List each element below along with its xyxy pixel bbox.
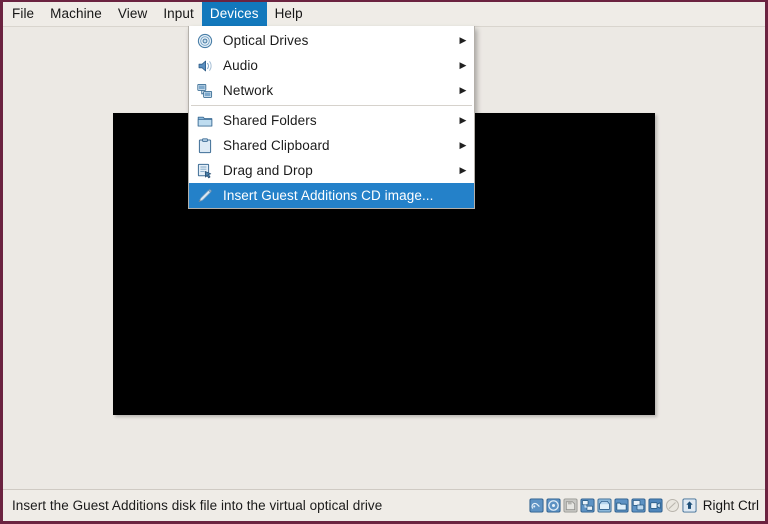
display-indicator[interactable] (631, 498, 646, 513)
recording-indicator[interactable] (648, 498, 663, 513)
menu-item-label: Audio (223, 58, 259, 73)
menu-item-insert-guest-additions-cd[interactable]: Insert Guest Additions CD image... (189, 183, 474, 208)
virtualbox-vm-window: File Machine View Input Devices Help Opt… (0, 0, 768, 524)
mouse-integration-indicator[interactable] (682, 498, 697, 513)
menu-item-label: Insert Guest Additions CD image... (223, 188, 434, 203)
menu-separator (191, 105, 472, 106)
menubar-item-label: View (117, 6, 148, 21)
guest-additions-cd-icon (197, 188, 213, 204)
menubar-item-devices[interactable]: Devices (201, 2, 267, 26)
menu-item-label: Network (223, 83, 274, 98)
menu-item-shared-folders[interactable]: Shared Folders ▶ (189, 108, 474, 133)
drag-and-drop-icon (197, 163, 213, 179)
chevron-right-icon: ▶ (459, 35, 467, 45)
network-icon (197, 83, 213, 99)
chevron-right-icon: ▶ (459, 85, 467, 95)
menu-item-label: Optical Drives (223, 33, 309, 48)
menu-item-label: Shared Folders (223, 113, 317, 128)
menu-item-label: Shared Clipboard (223, 138, 330, 153)
network-indicator[interactable] (580, 498, 595, 513)
menu-bar: File Machine View Input Devices Help (3, 2, 765, 27)
shared-folders-indicator[interactable] (614, 498, 629, 513)
shared-clipboard-icon (197, 137, 213, 154)
chevron-right-icon: ▶ (459, 60, 467, 70)
optical-disk-indicator[interactable] (546, 498, 561, 513)
optical-drive-icon (197, 33, 213, 49)
chevron-right-icon: ▶ (459, 140, 467, 150)
menubar-item-view[interactable]: View (110, 2, 155, 26)
host-key-label: Right Ctrl (702, 498, 759, 513)
devices-dropdown-menu: Optical Drives ▶ Audio ▶ Network ▶ Share… (188, 26, 475, 209)
menubar-item-label: File (12, 6, 35, 21)
menubar-item-label: Input (163, 6, 194, 21)
menubar-item-help[interactable]: Help (267, 2, 311, 26)
menubar-item-machine[interactable]: Machine (42, 2, 110, 26)
menu-item-drag-and-drop[interactable]: Drag and Drop ▶ (189, 158, 474, 183)
menubar-item-label: Devices (209, 6, 259, 21)
shared-folders-icon (197, 113, 213, 129)
menu-item-optical-drives[interactable]: Optical Drives ▶ (189, 28, 474, 53)
menubar-item-label: Help (274, 6, 303, 21)
menu-item-label: Drag and Drop (223, 163, 313, 178)
menu-item-audio[interactable]: Audio ▶ (189, 53, 474, 78)
audio-icon (197, 58, 213, 74)
menubar-item-file[interactable]: File (3, 2, 42, 26)
menubar-item-label: Machine (50, 6, 102, 21)
hard-disk-indicator[interactable] (529, 498, 544, 513)
usb-indicator[interactable] (597, 498, 612, 513)
status-indicator-group: Right Ctrl (529, 498, 759, 513)
chevron-right-icon: ▶ (459, 165, 467, 175)
floppy-disk-indicator[interactable] (563, 498, 578, 513)
chevron-right-icon: ▶ (459, 115, 467, 125)
menu-item-shared-clipboard[interactable]: Shared Clipboard ▶ (189, 133, 474, 158)
menubar-item-input[interactable]: Input (155, 2, 202, 26)
features-indicator[interactable] (665, 498, 680, 513)
status-message: Insert the Guest Additions disk file int… (12, 498, 383, 513)
menu-item-network[interactable]: Network ▶ (189, 78, 474, 103)
status-bar: Insert the Guest Additions disk file int… (3, 489, 765, 521)
